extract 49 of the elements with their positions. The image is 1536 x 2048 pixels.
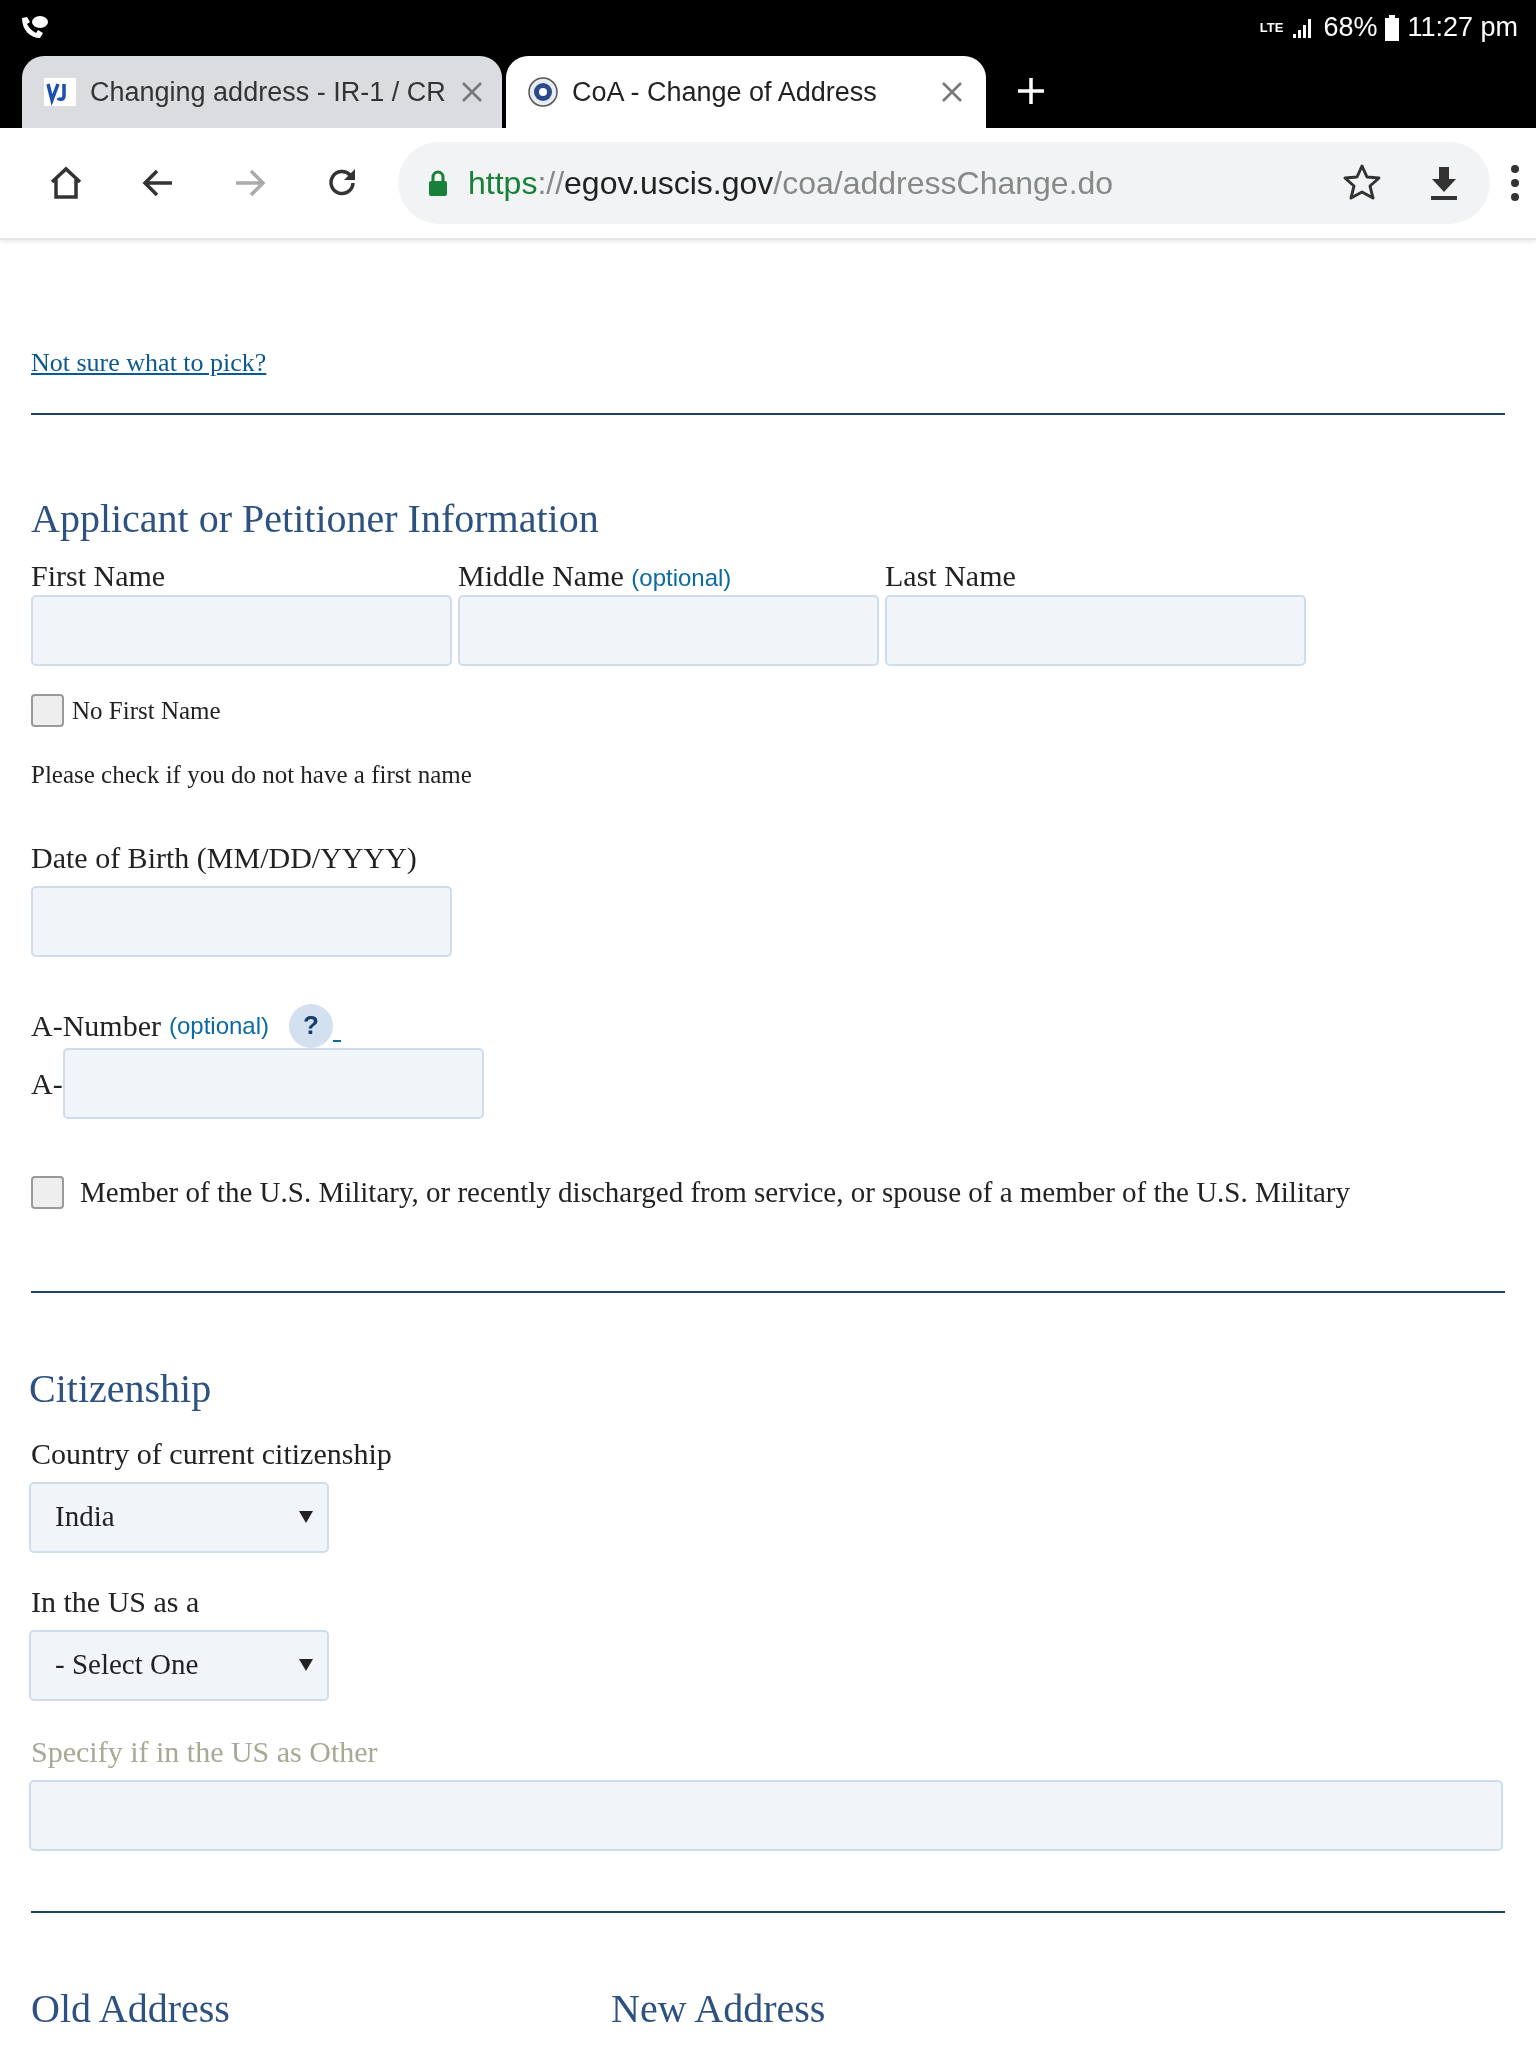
browser-tab[interactable]: Changing address - IR-1 / CR xyxy=(22,56,502,128)
clock-time: 11:27 pm xyxy=(1407,11,1518,45)
a-number-input[interactable] xyxy=(62,1048,484,1119)
checkbox-label: No First Name xyxy=(72,696,221,726)
menu-icon[interactable] xyxy=(1510,163,1520,203)
section-heading: Citizenship xyxy=(29,1364,213,1413)
browser-tab[interactable]: CoA - Change of Address xyxy=(506,56,986,128)
optional-note: (optional) xyxy=(168,1010,270,1041)
checkbox-label: Member of the U.S. Military, or recently discharged from service, or spouse of a member of the U.S. Military xyxy=(80,1175,1351,1210)
seal-icon xyxy=(528,77,558,107)
section-heading: Old Address xyxy=(31,1984,231,2033)
field-label: Country of current citizenship xyxy=(31,1435,393,1472)
help-button[interactable]: ? xyxy=(289,1003,334,1048)
close-icon[interactable] xyxy=(459,80,484,104)
url-text: https://egov.uscis.gov/coa/addressChange.do xyxy=(468,164,1115,203)
network-indicator: LTE xyxy=(1259,21,1284,34)
text-input[interactable] xyxy=(885,595,1306,666)
field-label: In the US as a xyxy=(31,1583,201,1620)
field-label: Last Name xyxy=(885,558,1017,591)
checkbox[interactable] xyxy=(31,694,64,728)
help-link-underline xyxy=(333,1040,342,1042)
field-label: Specify if in the US as Other xyxy=(31,1733,379,1770)
field-label: First Name xyxy=(31,558,167,591)
text-input[interactable] xyxy=(458,595,879,666)
optional-note: (optional) xyxy=(631,564,732,591)
battery-icon xyxy=(1385,14,1400,41)
prefix-label: A- xyxy=(31,1066,63,1102)
download-icon[interactable] xyxy=(1428,165,1460,201)
battery-percent: 68% xyxy=(1323,11,1378,45)
section-heading: New Address xyxy=(611,1984,826,2033)
select-dropdown[interactable]: India xyxy=(29,1481,329,1553)
text-input[interactable] xyxy=(31,595,452,666)
field-label: Date of Birth (MM/DD/YYYY) xyxy=(31,840,418,876)
field-label: A-Number xyxy=(31,1008,161,1044)
add-tab-icon[interactable] xyxy=(1016,76,1046,106)
caret-icon xyxy=(299,1511,313,1523)
caret-icon xyxy=(299,1659,313,1671)
home-icon[interactable] xyxy=(48,165,84,201)
date-input[interactable] xyxy=(31,886,452,957)
hint-text: Please check if you do not have a first name xyxy=(31,759,473,790)
lock-icon xyxy=(428,170,448,196)
checkbox[interactable] xyxy=(31,1176,64,1210)
address-bar[interactable]: https://egov.uscis.gov/coa/addressChange.do xyxy=(398,142,1490,224)
field-label: Middle Name xyxy=(458,559,624,592)
help-link[interactable]: Not sure what to pick? xyxy=(31,343,267,382)
section-heading: Applicant or Petitioner Information xyxy=(31,495,600,543)
close-icon[interactable] xyxy=(940,80,964,104)
site-logo-icon xyxy=(44,78,76,106)
select-dropdown[interactable]: - Select One xyxy=(29,1629,329,1701)
